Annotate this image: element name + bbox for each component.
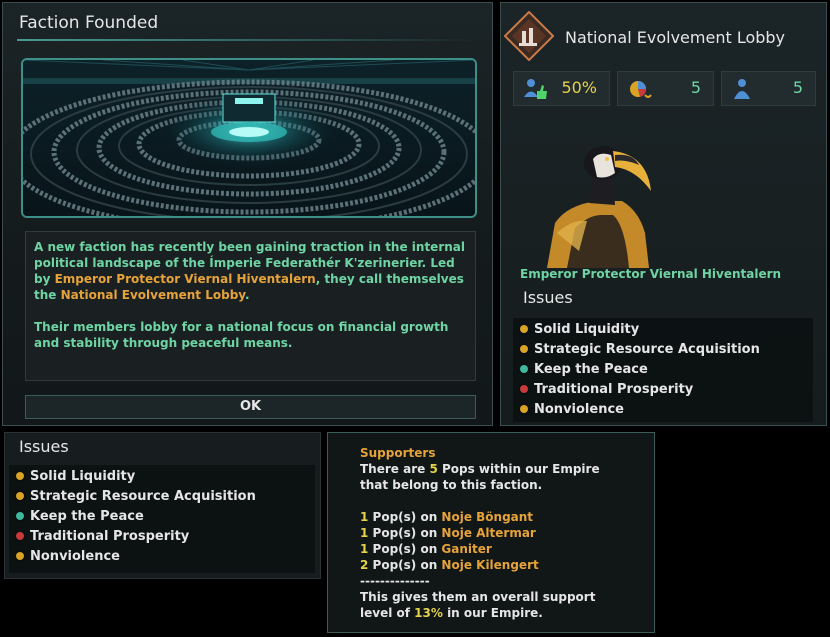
leader-name[interactable]: Emperor Protector Viernal Hiventalern (520, 267, 781, 281)
issue-item[interactable]: Solid Liquidity (9, 466, 315, 486)
issue-label: Keep the Peace (534, 361, 648, 377)
support-summary-b: in our Empire. (442, 606, 543, 620)
issue-dot-icon (16, 552, 24, 560)
pop-suffix: Pop(s) on (368, 558, 442, 572)
planet-name: Noje Altermar (441, 526, 536, 540)
issue-dot-icon (520, 405, 528, 413)
issues-panel: Issues Solid Liquidity Strategic Resourc… (4, 432, 321, 579)
issues-panel-list: Solid Liquidity Strategic Resource Acqui… (9, 465, 315, 573)
supporters-intro-a: There are (360, 462, 430, 476)
issue-dot-icon (520, 385, 528, 393)
senate-chamber-image (21, 58, 477, 218)
supporters-intro: There are 5 Pops within our Empire that … (360, 461, 620, 493)
support-summary: This gives them an overall support level… (360, 589, 630, 621)
faction-founded-description: A new faction has recently been gaining … (25, 231, 476, 381)
issue-item[interactable]: Strategic Resource Acquisition (513, 339, 813, 359)
members-value: 5 (792, 78, 803, 97)
influence-pie-icon (630, 81, 652, 98)
issue-item[interactable]: Keep the Peace (513, 359, 813, 379)
faction-founded-title: Faction Founded (19, 13, 159, 33)
issue-label: Solid Liquidity (534, 321, 640, 337)
issue-dot-icon (520, 325, 528, 333)
issue-dot-icon (16, 512, 24, 520)
supporters-tooltip: Supporters There are 5 Pops within our E… (327, 432, 655, 633)
pop-suffix: Pop(s) on (368, 510, 442, 524)
description-paragraph-2: Their members lobby for a national focus… (34, 320, 449, 350)
issue-item[interactable]: Nonviolence (9, 546, 315, 566)
issue-item[interactable]: Strategic Resource Acquisition (9, 486, 315, 506)
issue-label: Strategic Resource Acquisition (534, 341, 760, 357)
issues-list: Solid Liquidity Strategic Resource Acqui… (513, 318, 813, 422)
description-end: . (245, 288, 250, 302)
faction-link[interactable]: National Evolvement Lobby (61, 288, 245, 302)
issue-label: Traditional Prosperity (30, 528, 190, 544)
approval-value: 50% (561, 78, 597, 97)
issue-dot-icon (520, 365, 528, 373)
faction-info-panel: National Evolvement Lobby 50% 5 5 Empero… (500, 2, 827, 426)
issue-label: Nonviolence (534, 401, 624, 417)
approval-thumbs-up-icon (524, 79, 547, 99)
ok-button[interactable]: OK (25, 395, 476, 419)
planet-name: Ganiter (441, 542, 492, 556)
title-divider (17, 39, 478, 41)
issue-item[interactable]: Keep the Peace (9, 506, 315, 526)
issue-label: Strategic Resource Acquisition (30, 488, 256, 504)
pop-suffix: Pop(s) on (368, 542, 442, 556)
members-stat[interactable]: 5 (721, 71, 816, 106)
issues-title: Issues (523, 288, 573, 307)
issue-item[interactable]: Traditional Prosperity (9, 526, 315, 546)
faction-name: National Evolvement Lobby (565, 28, 786, 47)
members-person-icon (734, 79, 750, 99)
issue-item[interactable]: Traditional Prosperity (513, 379, 813, 399)
influence-value: 5 (690, 78, 701, 97)
planet-name: Noje Kilengert (441, 558, 539, 572)
issue-dot-icon (16, 532, 24, 540)
approval-stat[interactable]: 50% (513, 71, 610, 106)
issue-label: Solid Liquidity (30, 468, 136, 484)
description-paragraph-1: A new faction has recently been gaining … (34, 239, 467, 303)
issue-dot-icon (16, 472, 24, 480)
issue-label: Keep the Peace (30, 508, 144, 524)
planet-row: 1 Pop(s) on Ganiter (360, 541, 654, 557)
planet-row: 1 Pop(s) on Noje Altermar (360, 525, 654, 541)
issue-label: Traditional Prosperity (534, 381, 694, 397)
planet-row: 2 Pop(s) on Noje Kilengert (360, 557, 654, 573)
issue-dot-icon (16, 492, 24, 500)
planet-name: Noje Böngant (441, 510, 534, 524)
separator: -------------- (360, 574, 430, 588)
issue-item[interactable]: Solid Liquidity (513, 319, 813, 339)
issue-dot-icon (520, 345, 528, 353)
issue-label: Nonviolence (30, 548, 120, 564)
supporters-title: Supporters (360, 446, 436, 460)
issue-item[interactable]: Nonviolence (513, 399, 813, 419)
issues-panel-title: Issues (19, 437, 69, 456)
planet-row: 1 Pop(s) on Noje Böngant (360, 509, 654, 525)
leader-link[interactable]: Emperor Protector Viernal Hiventalern (55, 272, 316, 286)
faction-emblem-icon (503, 10, 555, 62)
pop-suffix: Pop(s) on (368, 526, 442, 540)
faction-founded-panel: Faction Founded A new faction has recent… (2, 2, 493, 426)
support-level: 13% (414, 606, 443, 620)
leader-portrait[interactable] (527, 133, 677, 268)
influence-stat[interactable]: 5 (617, 71, 714, 106)
supporters-count: 5 (429, 462, 438, 476)
